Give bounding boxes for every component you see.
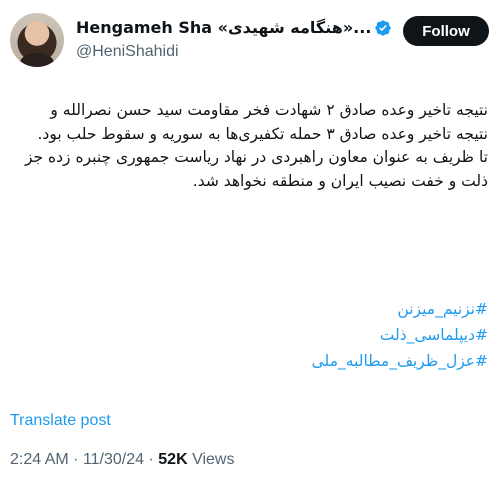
hashtag-link[interactable]: #دیپلماسی_ذلت xyxy=(10,322,488,348)
verified-badge-icon xyxy=(375,19,392,36)
avatar[interactable] xyxy=(10,13,64,67)
tweet-paragraph: نتیجه تاخیر وعده صادق ۳ حمله تکفیری‌ها ب… xyxy=(37,124,488,143)
author-name-row[interactable]: Hengameh Sha «هنگامه شهیدی»... xyxy=(76,18,392,37)
translate-post-link[interactable]: Translate post xyxy=(10,412,111,430)
tweet-time[interactable]: 2:24 AM xyxy=(10,451,69,468)
author-display-name[interactable]: Hengameh Sha «هنگامه شهیدی»... xyxy=(76,18,371,37)
hashtag-link[interactable]: #عزل_ظریف_مطالبه_ملی xyxy=(10,348,488,374)
hashtag-link[interactable]: #نزنیم_میزنن xyxy=(10,296,488,322)
views-label: Views xyxy=(192,451,235,468)
views-count: 52K xyxy=(158,451,188,468)
tweet-header: Hengameh Sha «هنگامه شهیدی»... @HeniShah… xyxy=(0,0,500,80)
tweet-text: نتیجه تاخیر وعده صادق ۲ شهادت فخر مقاومت… xyxy=(10,99,488,193)
follow-button[interactable]: Follow xyxy=(403,16,489,46)
tweet-meta: 2:24 AM · 11/30/24 · 52K Views xyxy=(10,451,234,469)
tweet-date[interactable]: 11/30/24 xyxy=(83,451,144,468)
tweet-paragraph: تا ظریف به عنوان معاون راهبردی در نهاد ر… xyxy=(24,148,488,190)
meta-separator: · xyxy=(148,451,154,468)
meta-separator: · xyxy=(73,451,79,468)
hashtag-list: #نزنیم_میزنن #دیپلماسی_ذلت #عزل_ظریف_مطا… xyxy=(10,296,488,374)
tweet-paragraph: نتیجه تاخیر وعده صادق ۲ شهادت فخر مقاومت… xyxy=(50,101,488,119)
author-handle[interactable]: @HeniShahidi xyxy=(76,43,179,61)
